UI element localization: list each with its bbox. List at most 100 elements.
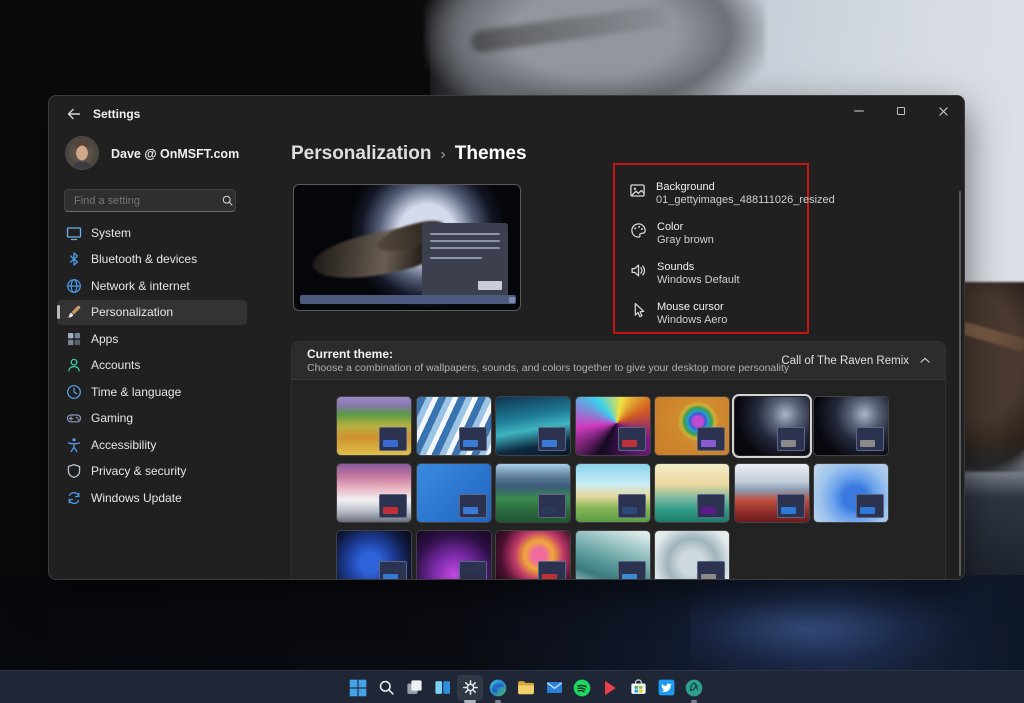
current-theme-header[interactable]: Current theme: Choose a combination of w… [292,342,945,380]
theme-tile-tuscany-landscape[interactable] [337,397,411,455]
tile-window-preview [379,561,407,580]
taskbar-spotify-button[interactable] [568,671,596,703]
theme-info-label: Sounds [657,261,740,274]
current-theme-description: Choose a combination of wallpapers, soun… [307,362,789,374]
system-icon [57,225,91,241]
minimize-icon [852,104,866,118]
file-explorer-icon [515,677,537,699]
theme-tile-teal-sun-cartoon[interactable] [655,464,729,522]
theme-tile-raven-dark-alt[interactable] [814,397,888,455]
taskbar-store-button[interactable] [624,671,652,703]
preview-mock-button [478,281,502,290]
theme-tile-raven-dark[interactable] [735,397,809,455]
sidebar-item-network-internet[interactable]: Network & internet [57,273,247,298]
close-button[interactable] [922,96,964,126]
tile-window-preview [459,427,487,451]
sidebar-item-label: Bluetooth & devices [91,252,197,266]
wallpaper-bottom-glow [690,578,970,670]
tile-window-preview [777,494,805,518]
tile-window-preview [856,427,884,451]
tile-window-preview [856,494,884,518]
theme-tile-red-flower-field[interactable] [735,464,809,522]
theme-tile-plain-blue[interactable] [417,464,491,522]
maximize-icon [895,105,907,117]
breadcrumb-personalization[interactable]: Personalization [291,143,431,165]
theme-tile-bloom-dark-blue[interactable] [337,531,411,580]
taskbar-start-button[interactable] [344,671,372,703]
time-language-icon [57,384,91,400]
sidebar-item-personalization[interactable]: Personalization [57,300,247,325]
user-name: Dave @ OnMSFT.com [111,147,239,161]
sidebar-item-time-language[interactable]: Time & language [57,379,247,404]
tile-window-preview [379,427,407,451]
theme-tile-lighthouse-beach[interactable] [576,464,650,522]
preview-text-line [430,257,482,259]
sidebar-item-privacy-security[interactable]: Privacy & security [57,459,247,484]
avatar[interactable] [65,136,99,170]
themes-grid-row [337,464,888,522]
theme-tile-cartoon-forest[interactable] [496,464,570,522]
taskbar-file-explorer-button[interactable] [512,671,540,703]
sidebar-item-label: Privacy & security [91,464,186,478]
theme-info-value: 01_gettyimages_488111026_resized [656,194,835,207]
sidebar-item-accessibility[interactable]: Accessibility [57,432,247,457]
sidebar-item-label: Personalization [91,305,173,319]
leaf-app-icon [683,677,705,699]
search-box[interactable] [64,189,236,212]
taskbar-leaf-app-button[interactable] [680,671,708,703]
sidebar-item-windows-update[interactable]: Windows Update [57,485,247,510]
sidebar-item-label: Gaming [91,411,133,425]
theme-info-label: Background [656,181,835,194]
search-input[interactable] [65,195,220,207]
sidebar-item-bluetooth-devices[interactable]: Bluetooth & devices [57,247,247,272]
theme-tile-purple-glow[interactable] [417,531,491,580]
theme-tile-bloom-gray[interactable] [655,531,729,580]
search-icon [220,194,235,207]
preview-text-line [430,233,500,235]
sidebar-item-apps[interactable]: Apps [57,326,247,351]
preview-mock-taskbar [300,295,516,304]
taskbar-settings-gear-button[interactable] [456,671,484,703]
theme-info-value: Gray brown [657,234,714,247]
tile-window-preview [538,427,566,451]
taskbar-task-view-button[interactable] [400,671,428,703]
taskbar [0,670,1024,703]
taskbar-widgets-button[interactable] [428,671,456,703]
theme-tile-pink-mountains[interactable] [337,464,411,522]
themes-grid [337,397,888,580]
window-scrollbar[interactable] [959,191,961,576]
back-arrow-icon [66,106,82,122]
theme-tile-aurora-landscape[interactable] [496,397,570,455]
taskbar-twitter-button[interactable] [652,671,680,703]
theme-tile-prism-lights[interactable] [576,397,650,455]
theme-tile-dark-flower[interactable] [496,531,570,580]
maximize-button[interactable] [880,96,922,126]
chevron-up-icon[interactable] [919,355,931,367]
taskbar-media-play-button[interactable] [596,671,624,703]
theme-tile-blue-architecture[interactable] [417,397,491,455]
taskbar-search-taskbar-button[interactable] [372,671,400,703]
theme-info-mouse-cursor: Mouse cursorWindows Aero [629,301,797,327]
sidebar-item-system[interactable]: System [57,220,247,245]
theme-info-value: Windows Aero [657,314,727,327]
current-theme-name: Call of The Raven Remix [781,355,909,367]
tile-window-preview [618,561,646,580]
mouse-cursor-icon [629,301,647,327]
theme-tile-orange-texture-circle[interactable] [655,397,729,455]
taskbar-mail-button[interactable] [540,671,568,703]
sidebar-item-label: Accessibility [91,438,156,452]
preview-text-line [430,240,500,242]
back-button[interactable] [61,103,87,125]
screen: Settings Dave @ OnMSFT.com SystemBluetoo… [0,0,1024,703]
spotify-icon [571,677,593,699]
theme-tile-bloom-blue[interactable] [814,464,888,522]
tile-window-preview [538,494,566,518]
taskbar-icons [344,671,708,703]
sidebar-item-gaming[interactable]: Gaming [57,406,247,431]
preview-text-line [430,247,500,249]
theme-tile-teal-architecture[interactable] [576,531,650,580]
theme-preview [293,184,521,311]
sidebar-item-accounts[interactable]: Accounts [57,353,247,378]
taskbar-edge-button[interactable] [484,671,512,703]
minimize-button[interactable] [838,96,880,126]
